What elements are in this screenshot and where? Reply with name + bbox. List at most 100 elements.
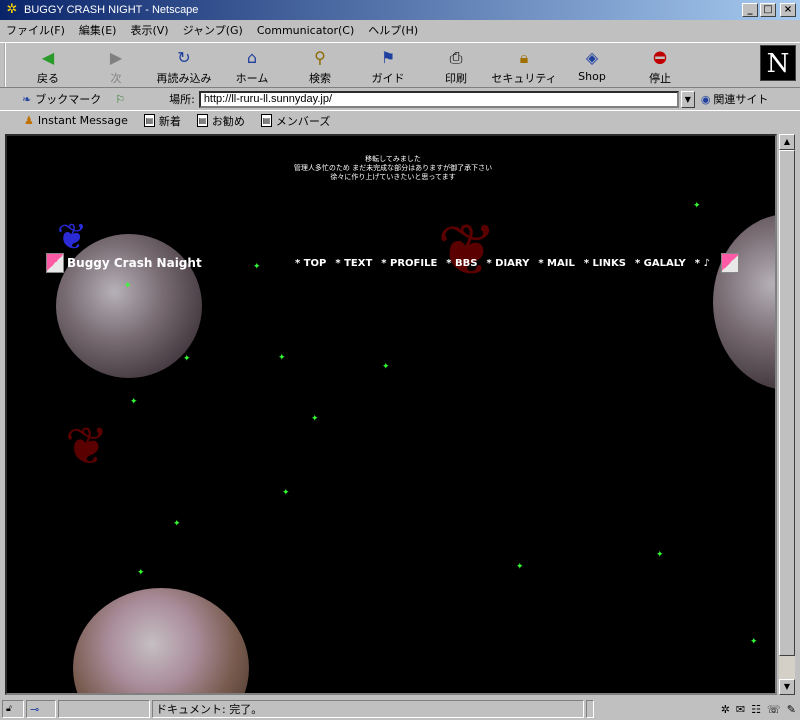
site-nav: * TOP * TEXT * PROFILE * BBS * DIARY * M… [295, 258, 719, 269]
nav-link-mail[interactable]: * MAIL [538, 258, 584, 269]
mailbox-icon[interactable]: ✉ [736, 703, 745, 716]
maximize-button[interactable]: □ [760, 3, 776, 17]
related-sites-icon: ◉ [700, 92, 711, 106]
bookmarks-button[interactable]: ❧ ブックマーク ⚐ [22, 91, 125, 107]
menu-help[interactable]: ヘルプ(H) [368, 22, 418, 38]
bookmarks-label: ブックマーク [35, 93, 102, 106]
members-label: メンバーズ [275, 114, 331, 128]
url-field[interactable]: http://ll-ruru-ll.sunnyday.jp/ [198, 90, 679, 108]
netscape-app-icon[interactable]: ✲ [4, 2, 20, 18]
red-butterfly-icon: ❦ [437, 208, 498, 292]
nav-link-profile[interactable]: * PROFILE [381, 258, 446, 269]
members-link[interactable]: ▤ メンバーズ [260, 113, 331, 129]
red-butterfly-icon: ❦ [65, 417, 109, 477]
person-icon: ♟ [24, 114, 34, 127]
sparkle-icon: ✦ [311, 414, 319, 424]
navigation-toolbar: ◀ 戻る ▶ 次 ↻ 再読み込み ⌂ ホーム ⚲ 検索 ⚑ ガイド ⎙ 印刷 🔒… [0, 42, 800, 88]
menu-file[interactable]: ファイル(F) [6, 22, 65, 38]
search-button[interactable]: ⚲ 検索 [286, 43, 354, 87]
title-bar: ✲ BUGGY CRASH NIGHT - Netscape _ □ × [0, 0, 800, 20]
reload-button[interactable]: ↻ 再読み込み [150, 43, 218, 87]
padlock-icon: 🔓︎ [6, 704, 12, 714]
security-status[interactable]: 🔓︎ [2, 700, 24, 718]
document-icon: ▤ [196, 114, 208, 127]
sparkle-icon: ✦ [382, 362, 390, 372]
new-label: 新着 [158, 114, 181, 128]
reload-icon: ↻ [177, 48, 191, 67]
back-label: 戻る [37, 72, 59, 85]
guide-label: ガイド [371, 72, 405, 85]
menu-edit[interactable]: 編集(E) [79, 22, 117, 38]
print-label: 印刷 [445, 72, 467, 85]
menu-go[interactable]: ジャンプ(G) [183, 22, 243, 38]
toolbar-grip[interactable] [4, 43, 14, 87]
sparkle-icon: ✦ [278, 353, 286, 363]
page-proxy-icon[interactable]: ⚐ [115, 93, 125, 106]
scroll-down-button[interactable]: ▼ [779, 679, 795, 695]
security-label: セキュリティ [491, 72, 557, 85]
nav-link-music[interactable]: * ♪ [695, 258, 719, 269]
nav-link-diary[interactable]: * DIARY [486, 258, 538, 269]
nav-link-bbs[interactable]: * BBS [446, 258, 486, 269]
navigator-icon[interactable]: ✲ [721, 703, 730, 716]
composer-icon[interactable]: ✎ [787, 703, 796, 716]
sparkle-icon: ✦ [282, 488, 290, 498]
instant-message-label: Instant Message [37, 114, 128, 127]
document-icon: ▤ [260, 114, 272, 127]
pink-corner-icon [721, 253, 739, 273]
url-dropdown-button[interactable]: ▼ [680, 90, 695, 108]
sparkle-icon: ✦ [516, 562, 524, 572]
scroll-up-button[interactable]: ▲ [779, 134, 795, 150]
stop-label: 停止 [649, 72, 671, 85]
window-title: BUGGY CRASH NIGHT - Netscape [24, 4, 199, 16]
close-button[interactable]: × [780, 3, 796, 17]
stop-icon: ⛔︎ [653, 48, 667, 67]
discussions-icon[interactable]: ☷ [751, 703, 761, 716]
netscape-logo[interactable]: N [760, 45, 796, 81]
plug-icon: ⊸ [30, 702, 40, 716]
nav-link-galaly[interactable]: * GALALY [635, 258, 695, 269]
nav-link-top[interactable]: * TOP [295, 258, 335, 269]
sparkle-icon: ✦ [130, 397, 138, 407]
new-link[interactable]: ▤ 新着 [143, 113, 181, 129]
sparkle-icon: ✦ [656, 550, 664, 560]
home-icon: ⌂ [246, 48, 258, 67]
instant-message-link[interactable]: ♟ Instant Message [24, 114, 128, 127]
notice-line: 移転してみました [365, 155, 421, 163]
vertical-scrollbar[interactable]: ▲ ▼ [779, 134, 795, 695]
back-button[interactable]: ◀ 戻る [14, 43, 82, 87]
forward-label: 次 [110, 72, 122, 85]
related-sites-label: 関連サイト [713, 93, 769, 106]
sparkle-icon: ✦ [693, 201, 701, 211]
minimize-button[interactable]: _ [742, 3, 758, 17]
home-button[interactable]: ⌂ ホーム [218, 43, 286, 87]
sparkle-icon: ✦ [183, 354, 191, 364]
related-sites-button[interactable]: ◉ 関連サイト [701, 91, 769, 107]
guide-button[interactable]: ⚑ ガイド [354, 43, 422, 87]
page-content[interactable]: 移転してみました 管理人多忙のため まだ未完成な部分はありますが御了承下さい 徐… [5, 134, 777, 695]
notice-line: 徐々に作り上げていきたいと思ってます [330, 173, 456, 181]
circular-photo [73, 588, 249, 693]
stop-button[interactable]: ⛔︎ 停止 [626, 43, 694, 87]
progress-bar [58, 700, 150, 718]
nav-link-text[interactable]: * TEXT [335, 258, 381, 269]
status-text: ドキュメント: 完了。 [152, 700, 584, 718]
recommend-link[interactable]: ▤ お勧め [196, 113, 245, 129]
site-notice: 移転してみました 管理人多忙のため まだ未完成な部分はありますが御了承下さい 徐… [7, 155, 775, 182]
shop-label: Shop [578, 70, 606, 83]
address-book-icon[interactable]: ☏ [767, 703, 781, 716]
document-icon: ▤ [143, 114, 155, 127]
menu-communicator[interactable]: Communicator(C) [257, 24, 354, 37]
print-button[interactable]: ⎙ 印刷 [422, 43, 490, 87]
menu-view[interactable]: 表示(V) [130, 22, 168, 38]
search-label: 検索 [309, 72, 331, 85]
home-label: ホーム [235, 72, 269, 85]
shop-button[interactable]: ◈ Shop [558, 43, 626, 87]
nav-link-links[interactable]: * LINKS [584, 258, 635, 269]
sparkle-icon: ✦ [137, 568, 145, 578]
scroll-thumb[interactable] [779, 150, 795, 656]
security-button[interactable]: 🔒︎ セキュリティ [490, 43, 558, 87]
circular-photo [713, 214, 775, 390]
window-controls: _ □ × [742, 3, 796, 17]
forward-button[interactable]: ▶ 次 [82, 43, 150, 87]
